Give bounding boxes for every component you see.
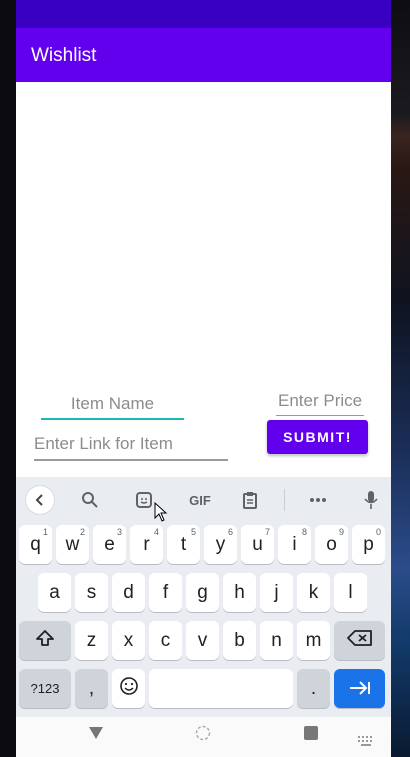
link-underline bbox=[34, 459, 228, 461]
key-n[interactable]: n bbox=[260, 621, 293, 660]
shift-key[interactable] bbox=[19, 621, 71, 660]
key-p[interactable]: p0 bbox=[352, 525, 385, 564]
back-icon[interactable] bbox=[26, 486, 54, 514]
key-g[interactable]: g bbox=[186, 573, 219, 612]
link-field[interactable]: Enter Link for Item bbox=[34, 434, 228, 461]
key-t[interactable]: t5 bbox=[167, 525, 200, 564]
key-label: u bbox=[252, 533, 263, 555]
key-label: y bbox=[215, 533, 226, 555]
backspace-key[interactable] bbox=[334, 621, 385, 660]
key-r[interactable]: r4 bbox=[130, 525, 163, 564]
key-e[interactable]: e3 bbox=[93, 525, 126, 564]
key-hint: 0 bbox=[375, 527, 381, 537]
key-label: t bbox=[180, 533, 187, 555]
soft-keyboard: GIF q1 w2 e3 r4 t5 y6 u7 i8 o9 p0 a s d … bbox=[16, 477, 391, 717]
price-field[interactable]: Enter Price bbox=[276, 391, 364, 416]
submit-button[interactable]: SUBMIT! bbox=[267, 420, 368, 454]
emoji-icon bbox=[119, 676, 139, 702]
key-label: e bbox=[104, 533, 115, 555]
key-label: r bbox=[143, 533, 150, 555]
key-hint: 8 bbox=[301, 527, 307, 537]
more-icon[interactable] bbox=[304, 486, 332, 514]
next-arrow-icon bbox=[348, 676, 372, 702]
key-m[interactable]: m bbox=[297, 621, 330, 660]
key-s[interactable]: s bbox=[75, 573, 108, 612]
key-k[interactable]: k bbox=[297, 573, 330, 612]
key-label: o bbox=[326, 533, 337, 555]
key-l[interactable]: l bbox=[334, 573, 367, 612]
item-name-field[interactable]: Item Name bbox=[41, 394, 184, 420]
period-key[interactable]: . bbox=[297, 669, 330, 708]
symbols-key[interactable]: ?123 bbox=[19, 669, 71, 708]
key-hint: 9 bbox=[338, 527, 344, 537]
key-o[interactable]: o9 bbox=[315, 525, 348, 564]
key-y[interactable]: y6 bbox=[204, 525, 237, 564]
key-j[interactable]: j bbox=[260, 573, 293, 612]
price-hint: Enter Price bbox=[278, 391, 363, 410]
key-w[interactable]: w2 bbox=[56, 525, 89, 564]
item-name-hint: Item Name bbox=[70, 394, 155, 413]
search-icon[interactable] bbox=[76, 486, 104, 514]
key-label: w bbox=[65, 533, 80, 555]
status-bar bbox=[16, 0, 391, 28]
clipboard-icon[interactable] bbox=[236, 486, 264, 514]
key-u[interactable]: u7 bbox=[241, 525, 274, 564]
key-v[interactable]: v bbox=[186, 621, 219, 660]
keyboard-toolbar: GIF bbox=[16, 477, 391, 521]
nav-home-icon[interactable] bbox=[195, 725, 211, 746]
key-hint: 7 bbox=[264, 527, 270, 537]
keyboard-switch-icon[interactable] bbox=[358, 731, 374, 751]
key-h[interactable]: h bbox=[223, 573, 256, 612]
key-hint: 3 bbox=[116, 527, 122, 537]
key-hint: 4 bbox=[153, 527, 159, 537]
app-title: Wishlist bbox=[31, 45, 97, 66]
toolbar-divider bbox=[284, 489, 285, 511]
key-label: q bbox=[30, 533, 41, 555]
space-key[interactable] bbox=[149, 669, 293, 708]
mic-icon[interactable] bbox=[357, 486, 385, 514]
key-x[interactable]: x bbox=[112, 621, 145, 660]
key-hint: 5 bbox=[190, 527, 196, 537]
shift-icon bbox=[35, 629, 55, 653]
key-a[interactable]: a bbox=[38, 573, 71, 612]
comma-key[interactable]: , bbox=[75, 669, 108, 708]
price-underline bbox=[276, 415, 364, 416]
key-b[interactable]: b bbox=[223, 621, 256, 660]
enter-key[interactable] bbox=[334, 669, 385, 708]
key-f[interactable]: f bbox=[149, 573, 182, 612]
emoji-key[interactable] bbox=[112, 669, 145, 708]
nav-recents-icon[interactable] bbox=[304, 725, 318, 745]
key-label: p bbox=[363, 533, 374, 555]
key-q[interactable]: q1 bbox=[19, 525, 52, 564]
gif-icon[interactable]: GIF bbox=[182, 486, 218, 514]
key-hint: 1 bbox=[42, 527, 48, 537]
key-z[interactable]: z bbox=[75, 621, 108, 660]
phone-screen: Wishlist Item Name Enter Price Enter Lin… bbox=[16, 0, 391, 757]
link-hint: Enter Link for Item bbox=[34, 434, 173, 453]
backspace-icon bbox=[346, 629, 373, 653]
key-c[interactable]: c bbox=[149, 621, 182, 660]
mouse-cursor-icon bbox=[154, 501, 168, 522]
key-d[interactable]: d bbox=[112, 573, 145, 612]
key-hint: 2 bbox=[79, 527, 85, 537]
background-wallpaper bbox=[390, 0, 410, 757]
key-label: i bbox=[292, 533, 297, 555]
navigation-bar bbox=[16, 717, 391, 757]
app-bar: Wishlist bbox=[16, 28, 391, 82]
nav-back-icon[interactable] bbox=[88, 725, 104, 745]
key-hint: 6 bbox=[227, 527, 233, 537]
key-i[interactable]: i8 bbox=[278, 525, 311, 564]
item-name-underline bbox=[41, 418, 184, 420]
